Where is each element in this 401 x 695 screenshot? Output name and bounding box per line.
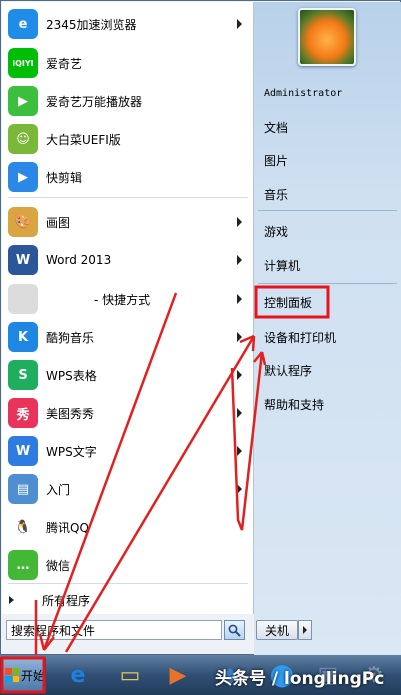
shutdown-label: 关机 bbox=[264, 623, 289, 638]
programs-pane: e 2345加速浏览器 iQIYI 爱奇艺 ▶ 爱奇艺万能播放器 ☺ 大白菜UEFI版 ▶ 快剪辑… bbox=[2, 2, 254, 614]
word-icon: W bbox=[8, 245, 38, 275]
menu-separator bbox=[8, 583, 248, 584]
program-label: 2345加速浏览器 bbox=[46, 17, 137, 32]
place-label: 默认程序 bbox=[264, 363, 313, 378]
program-item[interactable]: ▤ 入门 bbox=[2, 470, 254, 508]
place-item[interactable]: 计算机 bbox=[258, 250, 397, 280]
shortcut-icon bbox=[8, 284, 38, 314]
program-label: 快剪辑 bbox=[46, 170, 83, 185]
program-item[interactable]: 🐧 腾讯QQ bbox=[2, 508, 254, 546]
shutdown-options-button[interactable] bbox=[298, 620, 312, 640]
program-item[interactable]: iQIYI 爱奇艺 bbox=[2, 44, 254, 82]
all-programs-button[interactable]: 所有程序 bbox=[1, 587, 253, 613]
triangle-right-icon bbox=[303, 626, 307, 634]
program-item[interactable]: K 酷狗音乐 bbox=[2, 318, 254, 356]
submenu-arrow-icon bbox=[237, 408, 242, 418]
place-item[interactable]: 帮助和支持 bbox=[258, 389, 397, 419]
search-button[interactable] bbox=[224, 620, 245, 640]
submenu-arrow-icon bbox=[237, 484, 242, 494]
program-label: 酷狗音乐 bbox=[46, 330, 95, 345]
menu-separator bbox=[258, 283, 397, 284]
program-item[interactable]: S WPS表格 bbox=[2, 356, 254, 394]
program-label: 腾讯QQ bbox=[46, 520, 89, 535]
wechat-icon: … bbox=[8, 550, 38, 580]
submenu-arrow-icon bbox=[237, 255, 242, 265]
2345-browser-icon: e bbox=[8, 9, 38, 39]
program-label: WPS表格 bbox=[46, 368, 97, 383]
program-item[interactable]: ▶ 快剪辑 bbox=[2, 158, 254, 196]
kugou-icon: K bbox=[8, 322, 38, 352]
qq-icon: 🐧 bbox=[8, 512, 38, 542]
program-label: - 快捷方式 bbox=[94, 292, 151, 307]
place-item[interactable]: 控制面板 bbox=[258, 287, 397, 317]
place-label: 设备和打印机 bbox=[264, 330, 337, 345]
submenu-arrow-icon bbox=[237, 370, 242, 380]
submenu-arrow-icon bbox=[237, 446, 242, 456]
place-label: 控制面板 bbox=[264, 295, 313, 310]
getting-started-icon: ▤ bbox=[8, 474, 38, 504]
places-pane: Administrator 文档图片音乐游戏计算机控制面板设备和打印机 默认程序帮助… bbox=[254, 2, 401, 655]
triangle-right-icon bbox=[9, 596, 14, 604]
search-input[interactable] bbox=[6, 620, 222, 640]
paint-icon: 🎨 bbox=[8, 207, 38, 237]
media-player-icon[interactable]: ▶ bbox=[160, 659, 196, 691]
program-item[interactable]: e 2345加速浏览器 bbox=[2, 5, 254, 43]
place-label: 文档 bbox=[264, 120, 289, 135]
program-label: 入门 bbox=[46, 482, 71, 497]
menu-separator bbox=[8, 197, 248, 198]
program-item[interactable]: … 微信 bbox=[2, 546, 254, 584]
shutdown-button[interactable]: 关机 bbox=[256, 620, 298, 640]
kuaijianji-icon: ▶ bbox=[8, 162, 38, 192]
place-label: 帮助和支持 bbox=[264, 397, 325, 412]
program-label: 微信 bbox=[46, 558, 71, 573]
program-label: 爱奇艺万能播放器 bbox=[46, 94, 143, 109]
menu-separator bbox=[258, 210, 397, 211]
place-item[interactable]: 音乐 bbox=[258, 179, 397, 209]
start-label: 开始 bbox=[21, 668, 46, 683]
program-item[interactable]: W WPS文字 bbox=[2, 432, 254, 470]
place-label: 游戏 bbox=[264, 224, 289, 239]
place-label: Administrator bbox=[264, 87, 343, 99]
program-item[interactable]: - 快捷方式 bbox=[2, 280, 254, 318]
place-item[interactable]: 设备和打印机 bbox=[258, 322, 397, 352]
submenu-arrow-icon bbox=[237, 332, 242, 342]
program-item[interactable]: 🎨 画图 bbox=[2, 203, 254, 241]
start-button[interactable]: 开始 bbox=[0, 658, 46, 692]
place-label: 图片 bbox=[264, 153, 289, 168]
ie-icon[interactable]: e bbox=[60, 659, 96, 691]
place-item[interactable]: 默认程序 bbox=[258, 355, 397, 385]
watermark-text: 头条号 / longlingPc bbox=[215, 669, 385, 689]
program-label: Word 2013 bbox=[46, 253, 112, 267]
place-item[interactable]: 文档 bbox=[258, 112, 397, 142]
place-label: 音乐 bbox=[264, 187, 289, 202]
place-label: 计算机 bbox=[264, 258, 301, 273]
program-item[interactable]: W Word 2013 bbox=[2, 241, 254, 279]
dabaicai-icon: ☺ bbox=[8, 124, 38, 154]
program-label: 美图秀秀 bbox=[46, 406, 95, 421]
program-item[interactable]: ▶ 爱奇艺万能播放器 bbox=[2, 82, 254, 120]
program-label: 大白菜UEFI版 bbox=[46, 132, 121, 147]
program-label: 爱奇艺 bbox=[46, 56, 83, 71]
place-item[interactable]: Administrator bbox=[258, 78, 397, 108]
program-item[interactable]: 秀美图秀秀 bbox=[2, 394, 254, 432]
place-item[interactable]: 图片 bbox=[258, 145, 397, 175]
explorer-icon[interactable]: ▭ bbox=[112, 659, 148, 691]
submenu-arrow-icon bbox=[237, 19, 242, 29]
program-label: WPS文字 bbox=[46, 444, 97, 459]
start-menu: e 2345加速浏览器 iQIYI 爱奇艺 ▶ 爱奇艺万能播放器 ☺ 大白菜UEFI版 ▶ 快剪辑… bbox=[0, 0, 401, 655]
all-programs-label: 所有程序 bbox=[42, 593, 91, 608]
windows-logo-icon bbox=[5, 668, 19, 682]
user-picture[interactable] bbox=[298, 8, 356, 66]
program-label: 画图 bbox=[46, 215, 71, 230]
wps-writer-icon: W bbox=[8, 436, 38, 466]
submenu-arrow-icon bbox=[237, 294, 242, 304]
search-icon bbox=[228, 624, 241, 637]
iqiyi-icon: iQIYI bbox=[8, 48, 38, 78]
wps-sheet-icon: S bbox=[8, 360, 38, 390]
submenu-arrow-icon bbox=[237, 217, 242, 227]
iqiyi-player-icon: ▶ bbox=[8, 86, 38, 116]
program-item[interactable]: ☺ 大白菜UEFI版 bbox=[2, 120, 254, 158]
place-item[interactable]: 游戏 bbox=[258, 216, 397, 246]
meitu-icon: 秀 bbox=[8, 398, 38, 428]
